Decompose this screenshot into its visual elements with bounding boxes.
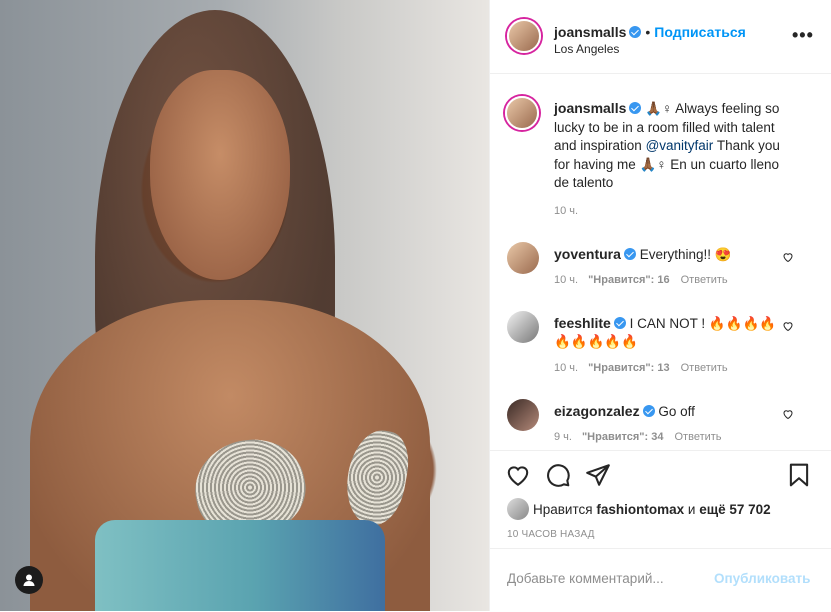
comment-username[interactable]: yoventura [554, 246, 621, 262]
publish-button[interactable]: Опубликовать [714, 571, 810, 586]
caption-username[interactable]: joansmalls [554, 100, 626, 116]
save-icon[interactable] [786, 462, 812, 488]
post-panel: joansmalls • Подписаться Los Angeles ••• j… [489, 0, 831, 611]
verified-icon [613, 317, 626, 329]
liker-username[interactable]: fashiontomax [596, 502, 684, 517]
add-comment-bar: Добавьте комментарий... Опубликовать [490, 548, 831, 612]
comment-time[interactable]: 9 ч. [554, 431, 572, 443]
likes-count[interactable]: ещё 57 702 [699, 502, 770, 517]
comment-reply-button[interactable]: Ответить [675, 431, 722, 443]
separator-dot: • [645, 24, 651, 40]
liker-avatar[interactable] [507, 498, 529, 520]
comment-likes[interactable]: "Нравится": 13 [588, 362, 669, 374]
action-bar [490, 450, 831, 499]
caption-emoji: 🙏🏾♀ [645, 101, 673, 116]
comment-input[interactable]: Добавьте комментарий... [507, 571, 664, 586]
comment-text: eizagonzalez Go off [554, 402, 779, 421]
comments-list[interactable]: joansmalls 🙏🏾♀ Always feeling so lucky t… [490, 74, 831, 450]
heart-icon[interactable] [782, 320, 794, 332]
heart-icon[interactable] [505, 462, 531, 488]
header-title-line: joansmalls • Подписаться [554, 24, 746, 40]
heart-icon[interactable] [782, 408, 794, 420]
comment-meta: 10 ч. "Нравится": 13 Ответить [554, 362, 738, 374]
post-timestamp[interactable]: 10 ЧАСОВ НАЗАД [507, 529, 595, 540]
comment-avatar[interactable] [507, 399, 539, 431]
heart-icon[interactable] [782, 251, 794, 263]
comment-text: feeshlite I CAN NOT ! 🔥🔥🔥🔥 🔥🔥🔥🔥🔥 [554, 314, 779, 351]
comment-username[interactable]: eizagonzalez [554, 403, 640, 419]
photo-dress [95, 520, 385, 611]
comment-meta: 9 ч. "Нравится": 34 Ответить [554, 431, 732, 443]
comment-body: Go off [658, 404, 695, 419]
photo-face [150, 70, 290, 280]
comment-time[interactable]: 10 ч. [554, 362, 578, 374]
comment-username[interactable]: feeshlite [554, 315, 611, 331]
caption-text: joansmalls 🙏🏾♀ Always feeling so lucky t… [554, 99, 794, 193]
comment-avatar[interactable] [507, 311, 539, 343]
caption-time[interactable]: 10 ч. [554, 205, 578, 217]
caption-avatar[interactable] [505, 96, 539, 130]
comment-reply-button[interactable]: Ответить [681, 274, 728, 286]
verified-icon [642, 405, 655, 417]
author-username[interactable]: joansmalls [554, 24, 626, 40]
likes-prefix: Нравится [533, 502, 593, 517]
comment-reply-button[interactable]: Ответить [681, 362, 728, 374]
location-link[interactable]: Los Angeles [554, 42, 619, 56]
comment-avatar[interactable] [507, 242, 539, 274]
share-icon[interactable] [585, 462, 611, 488]
comment-likes[interactable]: "Нравится": 34 [582, 431, 663, 443]
follow-button[interactable]: Подписаться [654, 24, 746, 40]
verified-icon [629, 102, 642, 114]
verified-icon [623, 248, 636, 260]
caption-mention[interactable]: @vanityfair [646, 138, 714, 153]
user-tag-icon [23, 574, 35, 586]
more-icon[interactable]: ••• [792, 26, 814, 44]
post-photo[interactable] [0, 0, 489, 611]
comment-text: yoventura Everything!! 😍 [554, 245, 779, 264]
likes-and: и [687, 502, 696, 517]
comment-likes[interactable]: "Нравится": 16 [588, 274, 669, 286]
user-tag-button[interactable] [15, 566, 43, 594]
verified-icon [629, 26, 642, 38]
likes-summary: Нравится fashiontomax и ещё 57 702 [507, 498, 771, 520]
comment-body: Everything!! 😍 [639, 247, 732, 262]
author-avatar[interactable] [507, 19, 541, 53]
comment-meta: 10 ч. "Нравится": 16 Ответить [554, 274, 738, 286]
post-header: joansmalls • Подписаться Los Angeles ••• [490, 0, 831, 74]
comment-icon[interactable] [545, 462, 571, 488]
comment-time[interactable]: 10 ч. [554, 274, 578, 286]
